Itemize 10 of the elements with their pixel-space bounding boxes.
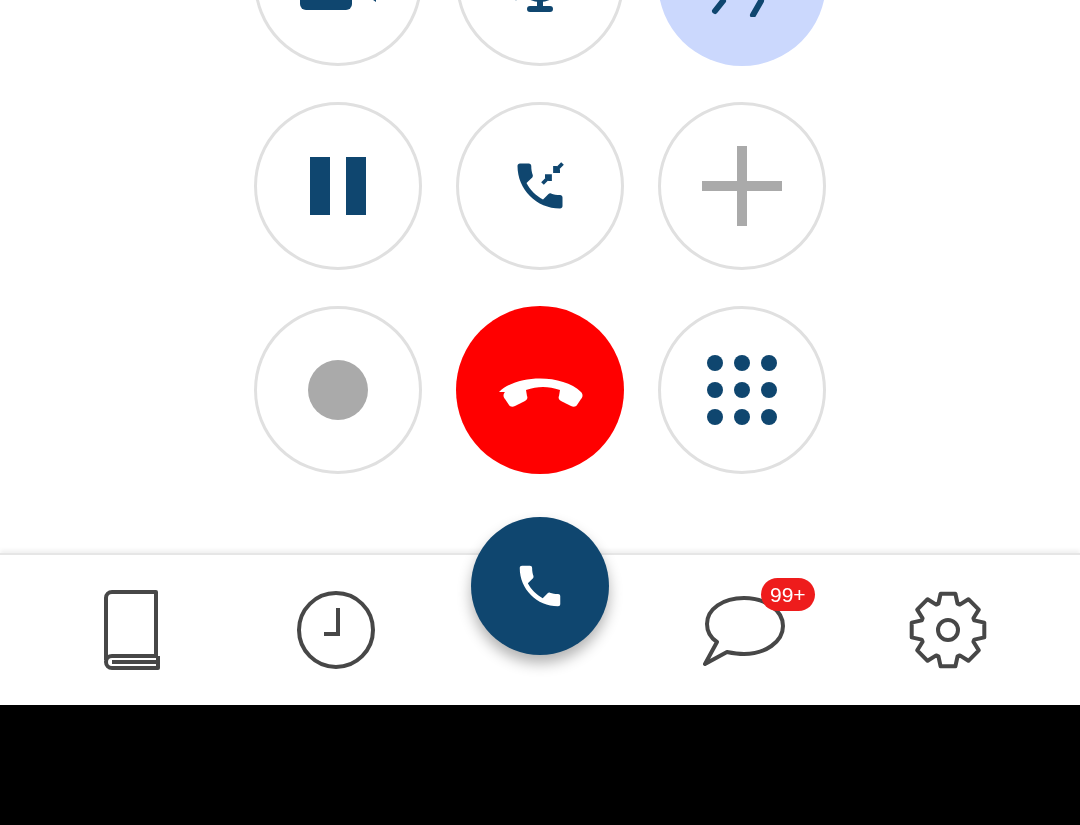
history-tab[interactable] xyxy=(296,590,376,670)
plus-icon xyxy=(702,146,782,226)
settings-icon xyxy=(908,590,988,670)
pause-icon xyxy=(310,157,366,215)
settings-tab[interactable] xyxy=(908,590,988,670)
call-button[interactable] xyxy=(471,517,609,655)
record-dot-icon xyxy=(308,360,368,420)
clock-icon xyxy=(296,590,376,670)
keypad-icon xyxy=(707,355,777,425)
unread-count-badge: 99+ xyxy=(761,578,815,611)
